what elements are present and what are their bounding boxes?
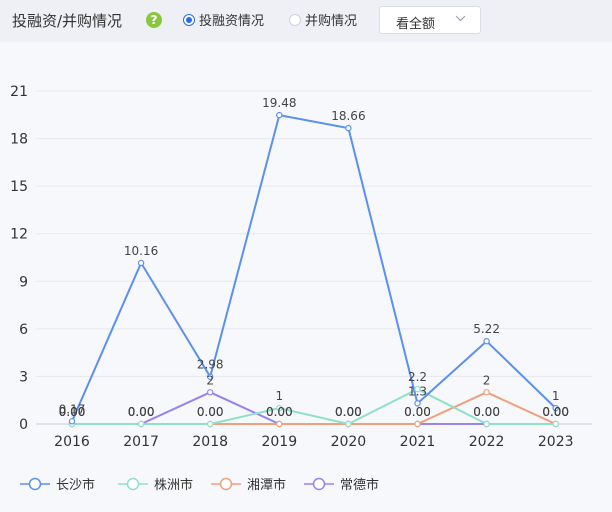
data-point [137,259,145,267]
data-label: 0.00 [473,405,500,419]
radio-investment-label: 投融资情况 [199,14,265,29]
data-point [137,420,145,428]
x-tick-label: 2019 [261,434,297,450]
data-point [276,420,283,428]
data-label: 0.00 [266,405,293,419]
data-label: 1.3 [408,384,427,398]
legend-label: 湘潭市 [247,478,287,493]
legend-marker-icon [20,477,50,490]
y-tick-label: 9 [19,274,28,290]
x-tick-label: 2016 [54,434,90,450]
data-label: 1 [275,389,283,403]
data-point [552,420,559,428]
y-tick-label: 21 [10,84,28,100]
amount-select[interactable]: 看全额 [379,6,481,34]
chevron-down-icon [455,15,466,22]
y-tick-label: 0 [19,417,28,433]
section-title: 投融资/并购情况 [12,12,123,30]
legend-label: 株洲市 [154,478,194,493]
data-label: 5.22 [473,322,500,336]
data-label: 2.2 [408,370,427,384]
y-tick-label: 6 [19,322,28,338]
header-bar: 投融资/并购情况 ? 投融资情况 并购情况 看全额 [0,0,612,42]
legend-item[interactable]: 湘潭市 [211,474,286,493]
y-tick-label: 3 [19,369,28,385]
question-icon[interactable]: ? [146,12,162,28]
data-point [483,338,490,345]
legend-marker-icon [304,477,334,490]
line-chart: 0369121518212016 2017 2018 2019 2020 2021 2022… [10,84,592,450]
data-point [206,389,214,396]
data-label: 2 [206,373,214,387]
radio-checked-icon[interactable] [183,13,195,26]
data-label: 0.00 [128,405,155,419]
data-label: 0.00 [59,405,86,419]
amount-select-value: 看全额 [396,17,436,32]
x-tick-label: 2018 [192,434,228,450]
data-point [276,111,283,119]
data-point [483,420,490,428]
data-point [414,420,421,428]
data-label: 18.66 [331,109,365,123]
x-tick-label: 2023 [538,434,574,450]
data-point [68,418,76,425]
legend-item[interactable]: 常德市 [304,474,379,493]
legend-label: 长沙市 [56,478,96,493]
radio-unchecked-icon[interactable] [289,13,301,26]
data-point [206,420,214,428]
legend-item[interactable]: 株洲市 [118,474,193,493]
data-label: 1 [552,389,560,403]
x-tick-label: 2021 [400,434,436,450]
data-label: 0.00 [404,405,431,419]
data-label: 0.00 [197,405,224,419]
data-label: 0.00 [542,405,569,419]
radio-investment[interactable]: 投融资情况 [183,10,264,29]
x-tick-label: 2022 [469,434,505,450]
data-label: 2.98 [197,358,224,372]
data-point [345,420,352,428]
legend-label: 常德市 [340,478,380,493]
x-tick-label: 2017 [123,434,159,450]
data-label: 0.00 [335,405,362,419]
x-tick-label: 2020 [331,434,367,450]
data-point [483,389,490,396]
radio-merger-label: 并购情况 [305,14,358,29]
y-tick-label: 12 [10,227,28,243]
legend-marker-icon [118,477,148,490]
legend-marker-icon [211,477,241,490]
data-label: 2 [483,373,491,387]
data-label: 10.16 [124,244,158,258]
y-tick-label: 18 [10,132,28,148]
legend-item[interactable]: 长沙市 [20,474,95,493]
data-label: 19.48 [262,96,296,110]
radio-merger[interactable]: 并购情况 [289,10,357,29]
data-point [345,124,352,132]
y-tick-label: 15 [10,179,28,195]
